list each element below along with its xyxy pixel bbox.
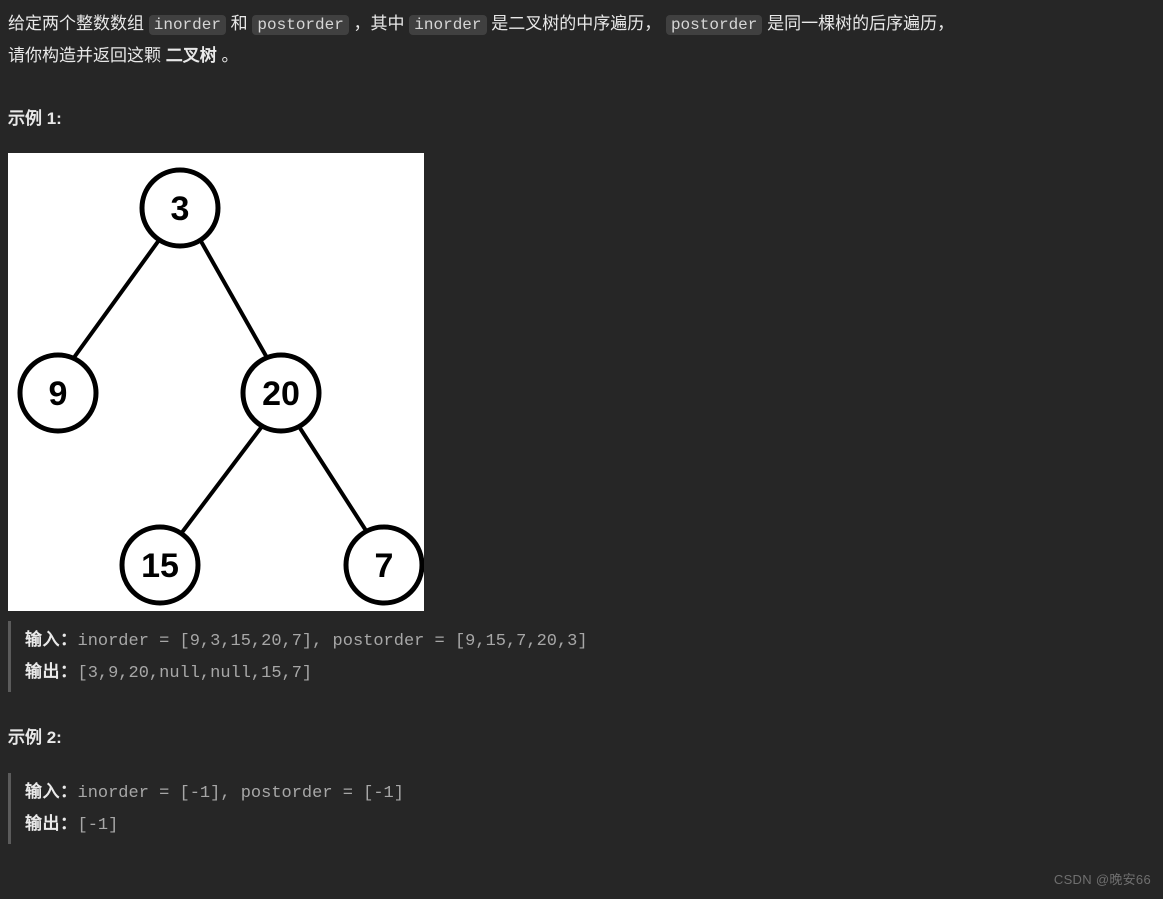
- desc-text: ，其中: [349, 14, 409, 33]
- output-label: 输出：: [25, 814, 78, 833]
- problem-description: 给定两个整数数组 inorder 和 postorder ，其中 inorder…: [8, 8, 1155, 73]
- example-1-input: 输入：inorder = [9,3,15,20,7], postorder = …: [25, 625, 1155, 657]
- code-postorder: postorder: [666, 15, 762, 35]
- output-value: [-1]: [78, 816, 119, 835]
- example-2-output: 输出：[-1]: [25, 809, 1155, 841]
- desc-text: 是同一棵树的后序遍历，: [762, 14, 954, 33]
- desc-line-1: 给定两个整数数组 inorder 和 postorder ，其中 inorder…: [8, 8, 1155, 40]
- code-inorder: inorder: [149, 15, 226, 35]
- code-inorder: inorder: [409, 15, 486, 35]
- input-label: 输入：: [25, 630, 78, 649]
- input-value: inorder = [9,3,15,20,7], postorder = [9,…: [78, 632, 588, 651]
- desc-text: 请你构造并返回这颗: [8, 46, 166, 65]
- input-label: 输入：: [25, 782, 78, 801]
- output-label: 输出：: [25, 662, 78, 681]
- desc-text: 给定两个整数数组: [8, 14, 149, 33]
- input-value: inorder = [-1], postorder = [-1]: [78, 784, 404, 803]
- tree-node-right: 20: [262, 375, 300, 413]
- example-2-title: 示例 2:: [8, 722, 1155, 754]
- desc-text: 和: [226, 14, 252, 33]
- tree-node-right-left: 15: [141, 547, 179, 585]
- tree-diagram: 3 9 20 15 7: [8, 153, 424, 611]
- desc-line-2: 请你构造并返回这颗 二叉树 。: [8, 40, 1155, 72]
- example-2-input: 输入：inorder = [-1], postorder = [-1]: [25, 777, 1155, 809]
- output-value: [3,9,20,null,null,15,7]: [78, 664, 313, 683]
- desc-text: 是二叉树的中序遍历，: [487, 14, 666, 33]
- code-postorder: postorder: [252, 15, 348, 35]
- example-2-io: 输入：inorder = [-1], postorder = [-1] 输出：[…: [8, 773, 1155, 845]
- example-1-title: 示例 1:: [8, 103, 1155, 135]
- watermark: CSDN @晚安66: [1054, 868, 1151, 893]
- emphasis-tree: 二叉树: [166, 46, 217, 65]
- tree-node-left: 9: [49, 375, 68, 413]
- tree-node-right-right: 7: [375, 547, 394, 585]
- example-1-io: 输入：inorder = [9,3,15,20,7], postorder = …: [8, 621, 1155, 693]
- desc-text: 。: [217, 46, 239, 65]
- tree-node-root: 3: [171, 190, 190, 228]
- example-1-output: 输出：[3,9,20,null,null,15,7]: [25, 657, 1155, 689]
